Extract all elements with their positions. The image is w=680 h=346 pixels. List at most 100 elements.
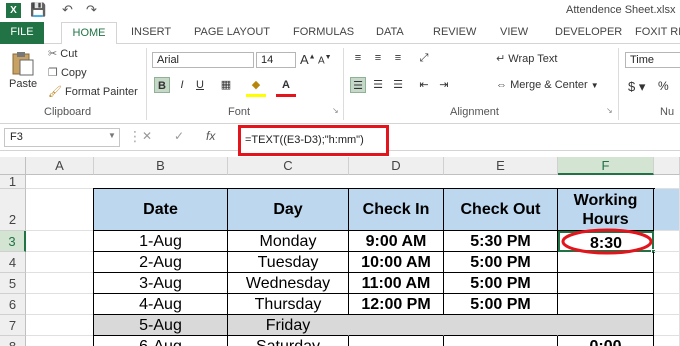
column-header-d[interactable]: D [349, 157, 444, 175]
formula-input[interactable]: =TEXT((E3-D3);"h:mm") [245, 134, 364, 146]
cell-day-row5[interactable]: Wednesday [228, 273, 349, 294]
cell-checkout-row8[interactable] [444, 336, 558, 346]
row-header-6[interactable]: 6 [0, 294, 26, 315]
tab-review[interactable]: REVIEW [433, 22, 476, 44]
italic-button[interactable]: I [174, 77, 190, 93]
cell-g2[interactable] [654, 189, 680, 231]
cell-hours-row5[interactable] [558, 273, 654, 294]
cell-hours-row4[interactable] [558, 252, 654, 273]
cell-g3[interactable] [654, 231, 680, 252]
save-icon[interactable]: 💾 [30, 2, 46, 18]
align-bottom-icon[interactable]: ≡ [390, 50, 406, 66]
column-header-c[interactable]: C [228, 157, 349, 175]
cut-button[interactable]: ✂ Cut [48, 47, 77, 60]
decrease-indent-icon[interactable]: ⇤ [416, 77, 432, 93]
format-painter-button[interactable]: 🖌 Format Painter [48, 85, 138, 98]
fill-color-icon[interactable]: ◆ [248, 77, 264, 93]
column-header-a[interactable]: A [26, 157, 94, 175]
cancel-icon[interactable]: ✕ [142, 129, 152, 143]
cell-a2[interactable] [26, 189, 94, 231]
cell-g8[interactable] [654, 336, 680, 346]
name-box-dropdown-icon[interactable]: ▼ [108, 131, 116, 140]
cell-checkin-row3[interactable]: 9:00 AM [349, 231, 444, 252]
tab-page-layout[interactable]: PAGE LAYOUT [194, 22, 270, 44]
cell-day-row4[interactable]: Tuesday [228, 252, 349, 273]
font-size-select[interactable]: 14 [256, 52, 296, 68]
tab-file[interactable]: FILE [0, 22, 44, 44]
row-header-4[interactable]: 4 [0, 252, 26, 273]
row-header-2[interactable]: 2 [0, 189, 26, 231]
cell-date-row7[interactable]: 5-Aug [94, 315, 228, 336]
row-header-5[interactable]: 5 [0, 273, 26, 294]
cell-hours-row7[interactable] [558, 315, 654, 336]
percent-icon[interactable]: % [658, 79, 669, 93]
align-right-icon[interactable]: ☰ [390, 77, 406, 93]
cell-a4[interactable] [26, 252, 94, 273]
cell-a5[interactable] [26, 273, 94, 294]
cell-hours-row8[interactable]: 0:00 [558, 336, 654, 346]
cell-checkout-row7[interactable] [444, 315, 558, 336]
header-check-in[interactable]: Check In [349, 189, 444, 231]
cell-hours-row6[interactable] [558, 294, 654, 315]
cell-checkin-row4[interactable]: 10:00 AM [349, 252, 444, 273]
increase-indent-icon[interactable]: ⇥ [436, 77, 452, 93]
header-date[interactable]: Date [94, 189, 228, 231]
align-center-icon[interactable]: ☰ [370, 77, 386, 93]
paste-button[interactable]: Paste [6, 48, 40, 100]
tab-data[interactable]: DATA [376, 22, 404, 44]
wrap-text-button[interactable]: ↵ Wrap Text [496, 52, 557, 65]
cell-checkin-row8[interactable] [349, 336, 444, 346]
cell-day-row3[interactable]: Monday [228, 231, 349, 252]
row-1-cells[interactable] [26, 175, 680, 189]
cell-date-row6[interactable]: 4-Aug [94, 294, 228, 315]
alignment-dialog-launcher-icon[interactable]: ↘ [606, 106, 613, 115]
cell-date-row3[interactable]: 1-Aug [94, 231, 228, 252]
name-box[interactable]: F3 [4, 128, 120, 147]
cell-checkin-row5[interactable]: 11:00 AM [349, 273, 444, 294]
cell-date-row4[interactable]: 2-Aug [94, 252, 228, 273]
number-format-select[interactable]: Time [625, 52, 680, 68]
header-working-hours[interactable]: Working Hours [558, 189, 654, 231]
font-name-select[interactable]: Arial [152, 52, 254, 68]
tab-developer[interactable]: DEVELOPER [555, 22, 622, 44]
cell-day-row6[interactable]: Thursday [228, 294, 349, 315]
row-header-1[interactable]: 1 [0, 175, 26, 189]
borders-icon[interactable]: ▦ [218, 77, 234, 93]
font-dialog-launcher-icon[interactable]: ↘ [332, 106, 339, 115]
bold-button[interactable]: B [154, 77, 170, 93]
align-left-icon[interactable]: ☰ [350, 77, 366, 93]
row-header-8[interactable]: 8 [0, 336, 26, 346]
underline-button[interactable]: U [192, 77, 208, 93]
select-all-button[interactable] [0, 157, 26, 175]
cell-checkout-row6[interactable]: 5:00 PM [444, 294, 558, 315]
row-header-7[interactable]: 7 [0, 315, 26, 336]
tab-home[interactable]: HOME [61, 22, 117, 45]
cell-day-row7[interactable]: Friday [228, 315, 349, 336]
align-top-icon[interactable]: ≡ [350, 50, 366, 66]
cell-g5[interactable] [654, 273, 680, 294]
column-header-f[interactable]: F [558, 157, 654, 175]
column-header-e[interactable]: E [444, 157, 558, 175]
merge-center-button[interactable]: ⇔ Merge & Center ▼ [496, 79, 599, 91]
orientation-icon[interactable]: ⤢ [416, 50, 432, 66]
undo-icon[interactable]: ↶ [62, 2, 73, 18]
cell-checkout-row3[interactable]: 5:30 PM [444, 231, 558, 252]
cell-checkout-row4[interactable]: 5:00 PM [444, 252, 558, 273]
cell-a8[interactable] [26, 336, 94, 346]
enter-icon[interactable]: ✓ [174, 129, 184, 143]
decrease-font-icon[interactable]: A▼ [318, 54, 332, 66]
cell-g6[interactable] [654, 294, 680, 315]
cell-a6[interactable] [26, 294, 94, 315]
cell-a3[interactable] [26, 231, 94, 252]
align-middle-icon[interactable]: ≡ [370, 50, 386, 66]
column-header-b[interactable]: B [94, 157, 228, 175]
cell-a7[interactable] [26, 315, 94, 336]
cell-checkin-row6[interactable]: 12:00 PM [349, 294, 444, 315]
tab-view[interactable]: VIEW [500, 22, 528, 44]
tab-insert[interactable]: INSERT [131, 22, 171, 44]
cell-checkout-row5[interactable]: 5:00 PM [444, 273, 558, 294]
insert-function-icon[interactable]: fx [206, 129, 215, 143]
cell-checkin-row7[interactable] [349, 315, 444, 336]
redo-icon[interactable]: ↷ [86, 2, 97, 18]
row-header-3[interactable]: 3 [0, 231, 26, 252]
